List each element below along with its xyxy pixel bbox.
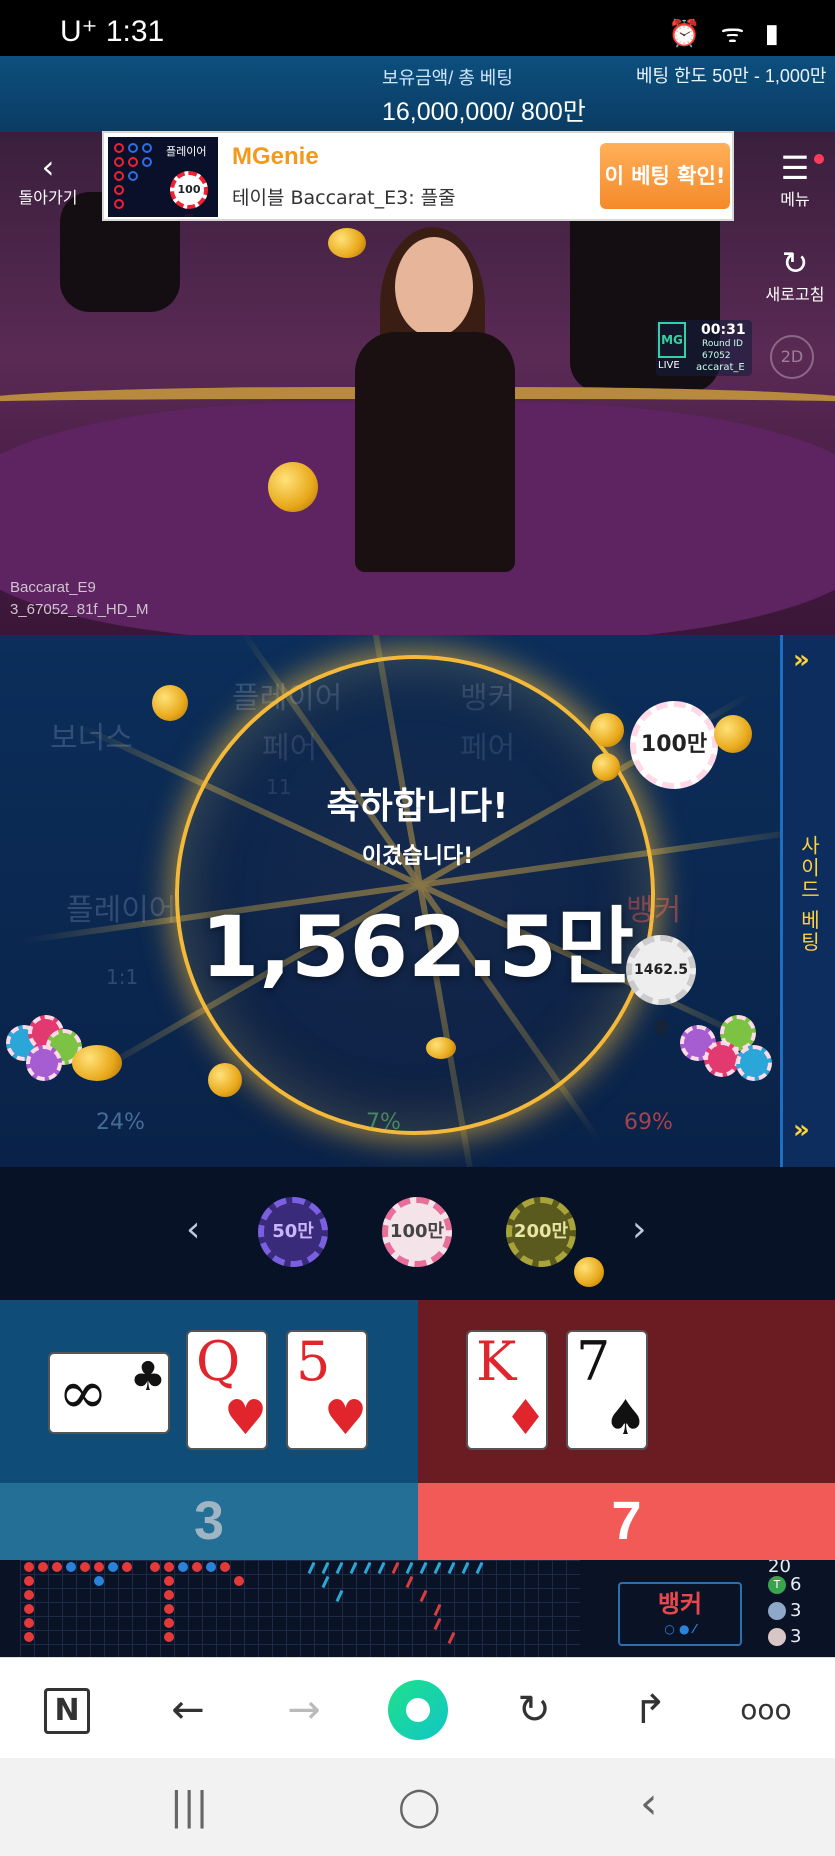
refresh-label: 새로고침 (765, 285, 825, 304)
player-pair-icon (768, 1602, 786, 1620)
dealer-body (355, 332, 515, 572)
status-bar: U⁺ 1:31 ⏰ ᯤ ▮ (0, 0, 835, 56)
browser-forward-icon[interactable]: → (274, 1680, 334, 1740)
back-button[interactable]: ‹ 돌아가기 (8, 150, 88, 208)
player-card-1: ∞ ♣ (48, 1352, 170, 1434)
status-icons: ⏰ ᯤ ▮ (668, 19, 785, 49)
banker-card-1: K ♦ (466, 1330, 548, 1450)
naver-home-button[interactable]: N (44, 1688, 90, 1734)
recent-apps-icon[interactable]: ||| (170, 1784, 208, 1828)
bet-board: 보너스 플레이어 페어 뱅커 페어 11 플레이어 1:1 뱅커 100만 14… (0, 635, 835, 1167)
win-title: 축하합니다! (326, 786, 509, 827)
road-indicators: ○ ● ⁄ (664, 1622, 696, 1636)
chip-prev-button[interactable]: ‹ (186, 1209, 200, 1250)
refresh-button[interactable]: ↻ 새로고침 (756, 245, 834, 305)
chip-100[interactable]: 100만 (382, 1197, 452, 1267)
browser-reload-icon[interactable]: ↻ (504, 1680, 564, 1740)
mg-logo: MG (658, 322, 686, 358)
back-label: 돌아가기 (18, 188, 78, 207)
chevron-left-icon: ‹ (41, 148, 55, 186)
tie-percent: 7% (366, 1110, 401, 1135)
live-label: LIVE (658, 360, 680, 371)
chip-selector: ‹ 50만 100만 200만 › (0, 1167, 835, 1300)
ad-thumb-chip: 100만 (170, 171, 208, 217)
chip-stack-right (680, 1015, 780, 1095)
player-card-3: 5 ♥ (286, 1330, 368, 1450)
banker-pair-icon (768, 1628, 786, 1646)
chip-next-button[interactable]: › (632, 1209, 646, 1250)
android-nav-bar: ||| ◯ ‹ (0, 1758, 835, 1856)
gold-coin (714, 715, 752, 753)
gold-coin (426, 1037, 456, 1059)
side-bet-label: 사이드 베팅 (797, 835, 821, 954)
cards-area: ∞ ♣ Q ♥ 5 ♥ K ♦ 7 ♠ (0, 1300, 835, 1483)
road-thumbnail (114, 143, 164, 213)
balance-label: 보유금액/ 총 베팅 (382, 68, 513, 88)
win-subtitle: 이겼습니다! (361, 844, 474, 869)
browser-more-icon[interactable]: ooo (736, 1680, 796, 1740)
stat-tie: T6 (768, 1574, 801, 1595)
stat-banker-pair: 3 (768, 1626, 801, 1647)
banker-percent: 69% (624, 1110, 673, 1135)
ad-subtitle: 테이블 Baccarat_E3: 플줄 (232, 187, 456, 209)
browser-share-icon[interactable]: ↱ (620, 1680, 680, 1740)
expand-arrow-icon[interactable]: » (793, 645, 810, 675)
banker-card-2: 7 ♠ (566, 1330, 648, 1450)
banker-road-button[interactable]: 뱅커 ○ ● ⁄ (618, 1582, 742, 1646)
home-icon[interactable]: ◯ (398, 1784, 441, 1828)
player-hand: ∞ ♣ Q ♥ 5 ♥ (0, 1300, 418, 1483)
ad-thumb-label: 플레이어 (166, 145, 207, 158)
refresh-icon: ↻ (781, 244, 809, 282)
dealer-face (395, 237, 473, 337)
ad-cta-button[interactable]: 이 베팅 확인! (600, 143, 730, 209)
status-carrier-time: U⁺ 1:31 (60, 15, 165, 48)
bet-limit: 베팅 한도 50만 - 1,000만 (636, 66, 827, 86)
tie-icon: T (768, 1576, 786, 1594)
gold-coin (590, 713, 624, 747)
notification-dot (814, 154, 824, 164)
balance-value: 16,000,000/ 800만 (382, 98, 586, 126)
gold-coin (152, 685, 188, 721)
ad-thumbnail: 플레이어 100만 (108, 137, 218, 217)
view-2d-button[interactable]: 2D (770, 335, 814, 379)
chip-stack-left (6, 1015, 86, 1085)
green-dot-button[interactable] (388, 1680, 448, 1740)
video-stream-label: Baccarat_E9 3_67052_81f_HD_M (10, 579, 149, 618)
road-board: 뱅커 ○ ● ⁄ 20 T6 3 3 (0, 1560, 835, 1657)
banker-road-label: 뱅커 (657, 1590, 703, 1618)
expand-arrow-icon[interactable]: » (793, 1115, 810, 1145)
banker-hand: K ♦ 7 ♠ (418, 1300, 835, 1483)
round-timer: 00:31 (701, 322, 746, 338)
stream-info-badge: MG LIVE 00:31 Round ID 67052 accarat_E (656, 320, 752, 376)
banker-score: 7 (418, 1483, 835, 1560)
menu-label: 메뉴 (780, 190, 810, 209)
stream-account: accarat_E (696, 362, 745, 373)
top-info-bar: 보유금액/ 총 베팅 16,000,000/ 800만 베팅 한도 50만 - … (0, 56, 835, 132)
stat-player-pair: 3 (768, 1600, 801, 1621)
gold-coin (268, 462, 318, 512)
browser-back-icon[interactable]: ← (158, 1680, 218, 1740)
round-id: Round ID 67052 (702, 339, 743, 361)
bead-road-grid (20, 1560, 580, 1657)
gold-coin (72, 1045, 122, 1081)
side-bet-panel[interactable]: » 사이드 베팅 » (780, 635, 835, 1167)
gold-coin (574, 1257, 604, 1287)
chip-50[interactable]: 50만 (258, 1197, 328, 1267)
player-score: 3 (0, 1483, 418, 1560)
ad-title: MGenie (232, 143, 319, 170)
browser-toolbar: N ← → ↻ ↱ ooo (0, 1657, 835, 1758)
player-percent: 24% (96, 1110, 145, 1135)
system-back-icon[interactable]: ‹ (640, 1778, 658, 1829)
ad-banner[interactable]: 플레이어 100만 MGenie 테이블 Baccarat_E3: 플줄 이 베… (102, 131, 734, 221)
gold-coin (208, 1063, 242, 1097)
placed-chip-100: 100만 (630, 701, 718, 789)
win-amount: 1,562.5만 (200, 898, 635, 996)
chip-200[interactable]: 200만 (506, 1197, 576, 1267)
menu-button[interactable]: ☰ 메뉴 (760, 150, 830, 210)
gold-coin (328, 228, 366, 258)
player-card-2: Q ♥ (186, 1330, 268, 1450)
